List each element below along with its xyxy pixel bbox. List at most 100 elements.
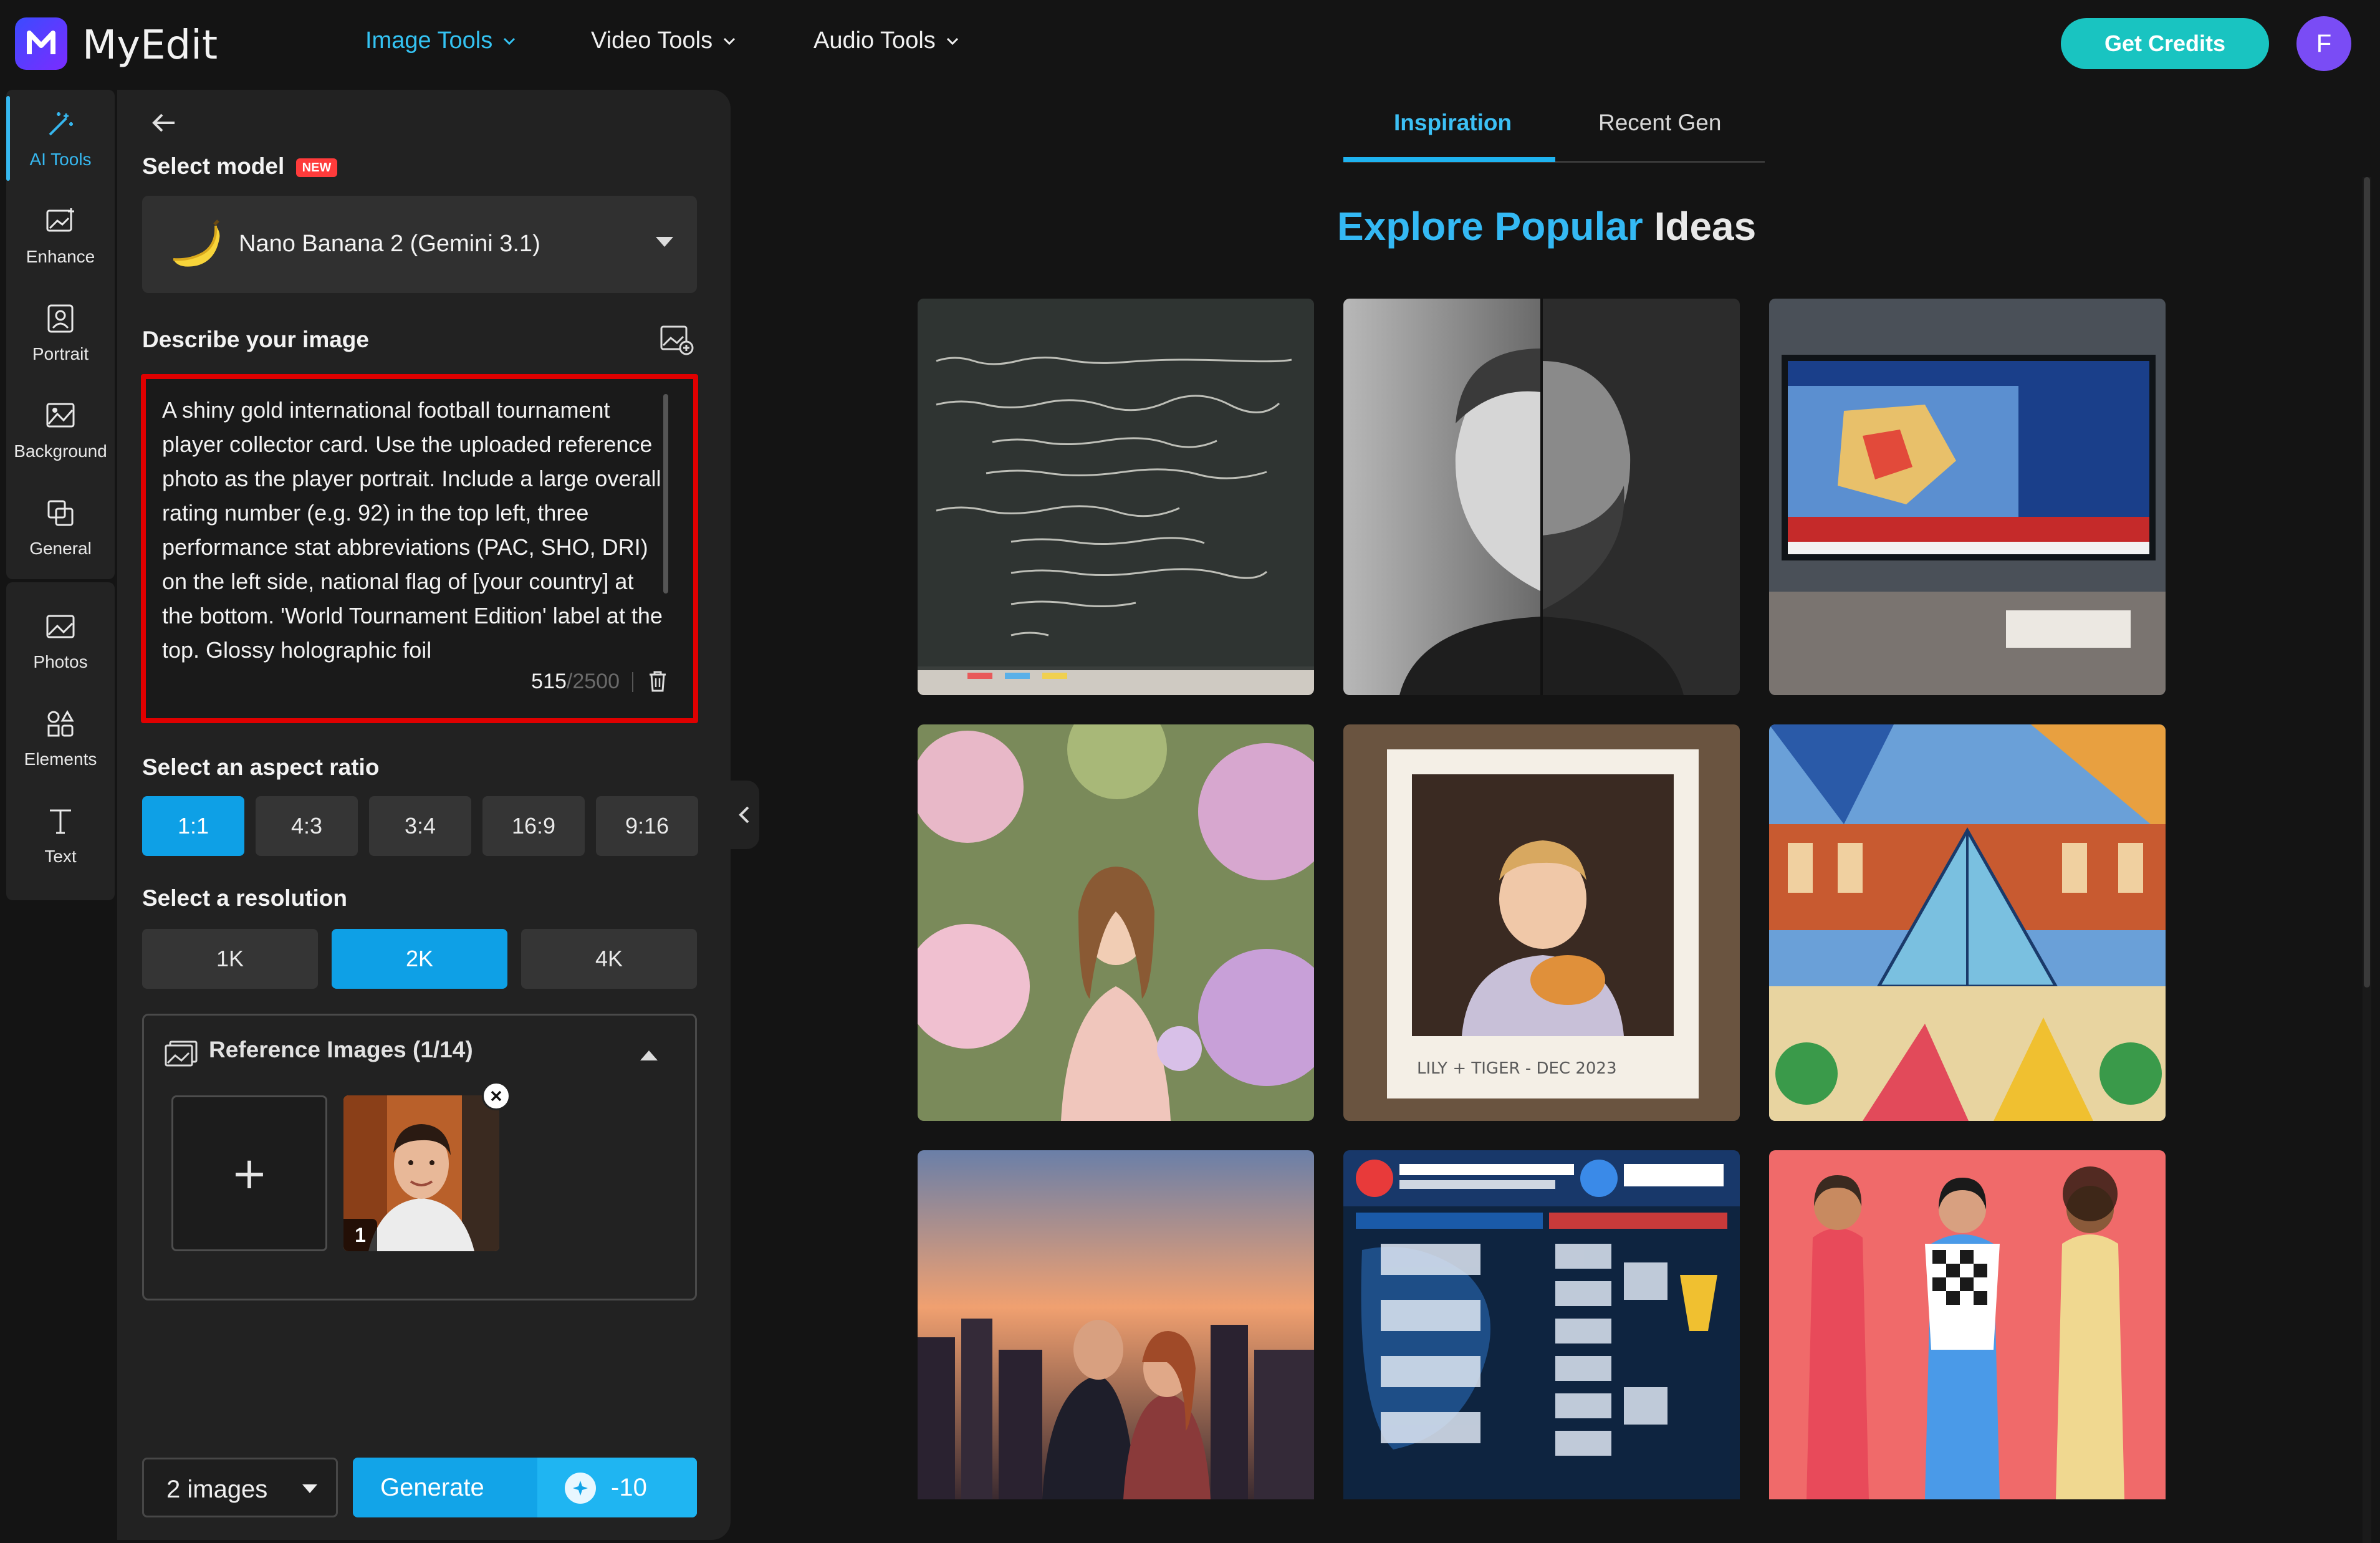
page-title-rest: Ideas [1654,204,1757,249]
prompt-scrollbar[interactable] [663,394,668,594]
rail-item-label: Background [14,441,107,461]
rail-item-background[interactable]: Background [6,384,115,476]
rail-item-ai-tools[interactable]: AI Tools [6,92,115,185]
active-tab-indicator [1343,157,1555,162]
tab-recent-gen[interactable]: Recent Gen [1598,110,1721,136]
describe-label: Describe your image [142,327,369,352]
news-report-image [1769,299,2166,695]
inspiration-card-rooftop-couple[interactable] [918,1150,1314,1543]
nav-audio-tools-label: Audio Tools [813,27,936,54]
photos-icon [46,615,75,638]
inspiration-card-flower-garden[interactable] [918,724,1314,1121]
remove-reference-button[interactable] [482,1082,511,1110]
reference-images-panel: Reference Images (1/14) + 1 [142,1014,697,1300]
magic-wand-icon [49,112,73,136]
rail-item-label: Enhance [26,247,95,266]
char-count-value: 515 [531,670,567,693]
rail-group-ai: AI Tools Enhance Portrait Background Gen… [6,90,115,579]
myedit-logo-icon[interactable] [15,17,67,70]
rail-item-label: Elements [24,749,97,769]
divider [632,672,633,692]
inspiration-card-polaroid[interactable]: LILY + TIGER - DEC 2023 [1343,724,1740,1121]
rail-item-label: AI Tools [29,150,92,169]
char-counter: 515/2500 [531,670,620,694]
resolution-4k-button[interactable]: 4K [521,929,697,989]
image-count-dropdown[interactable]: 2 images [142,1458,338,1517]
nav-audio-tools[interactable]: Audio Tools [813,27,961,54]
reference-images-title: Reference Images (1/14) [209,1037,473,1062]
credit-coin-icon [565,1473,596,1504]
caret-down-icon [656,237,673,247]
aspect-ratio-16-9-button[interactable]: 16:9 [482,796,585,856]
thumbnail-index: 1 [343,1219,377,1251]
resolution-label: Select a resolution [142,885,347,911]
rail-item-photos[interactable]: Photos [6,595,115,687]
collapse-panel-button[interactable] [729,781,759,849]
rail-item-label: General [29,539,92,558]
banana-icon [173,219,220,267]
rail-item-enhance[interactable]: Enhance [6,190,115,282]
model-dropdown[interactable]: Nano Banana 2 (Gemini 3.1) [142,196,697,293]
inspiration-card-chalkboard[interactable] [918,299,1314,695]
generate-button[interactable]: Generate -10 [353,1458,697,1517]
resolution-1k-button[interactable]: 1K [142,929,318,989]
get-credits-button[interactable]: Get Credits [2061,18,2269,69]
chevron-down-icon [946,37,958,45]
aspect-ratio-label: Select an aspect ratio [142,754,380,780]
plus-icon: + [231,1148,268,1199]
aspect-ratio-4-3-button[interactable]: 4:3 [256,796,358,856]
prompt-text[interactable]: A shiny gold international football tour… [162,393,665,667]
top-bar: MyEdit Image Tools Video Tools Audio Too… [0,0,2380,90]
nav-image-tools-label: Image Tools [365,27,493,54]
image-to-prompt-icon[interactable] [660,324,694,355]
general-icon [47,500,74,526]
generate-cost: -10 [611,1474,647,1501]
model-name: Nano Banana 2 (Gemini 3.1) [239,231,540,257]
inspiration-card-fashion-trio[interactable] [1769,1150,2166,1543]
tool-rail: AI Tools Enhance Portrait Background Gen… [6,90,116,1543]
back-arrow-icon[interactable] [148,107,180,138]
generate-label: Generate [380,1474,484,1501]
rail-item-elements[interactable]: Elements [6,692,115,784]
nav-video-tools[interactable]: Video Tools [591,27,737,54]
cubist-louvre-image [1769,724,2166,1121]
resolution-2k-button[interactable]: 2K [332,929,507,989]
aspect-ratio-9-16-button[interactable]: 9:16 [596,796,698,856]
collapse-caret-icon[interactable] [640,1050,658,1060]
rail-item-general[interactable]: General [6,481,115,574]
fashion-illustration-image [1769,1150,2166,1499]
caret-down-icon [302,1484,317,1493]
app-name[interactable]: MyEdit [82,22,218,69]
reference-images-icon [165,1041,198,1067]
char-count-max: /2500 [566,670,620,693]
new-badge: NEW [296,158,337,177]
garden-portrait-image [918,724,1314,1121]
tab-inspiration[interactable]: Inspiration [1394,110,1512,136]
inspiration-card-age-portrait[interactable] [1343,299,1740,695]
inspiration-card-louvre-art[interactable] [1769,724,2166,1121]
svg-text:LILY + TIGER - DEC 2023: LILY + TIGER - DEC 2023 [1417,1059,1617,1078]
avatar[interactable]: F [2296,16,2351,71]
background-icon [46,403,75,428]
reference-thumbnail[interactable]: 1 [343,1095,499,1251]
prompt-textarea[interactable]: A shiny gold international football tour… [141,374,698,723]
enhance-icon [46,208,74,232]
chevron-down-icon [504,37,516,45]
baseball-schedule-image [1343,1150,1740,1499]
rooftop-couple-image [918,1150,1314,1499]
nav-image-tools[interactable]: Image Tools [365,27,517,54]
inspiration-card-news-tv[interactable] [1769,299,2166,695]
add-reference-button[interactable]: + [171,1095,327,1251]
inspiration-card-wbc-schedule[interactable] [1343,1150,1740,1543]
rail-item-text[interactable]: Text [6,789,115,882]
chalkboard-image [918,299,1314,695]
text-icon [50,809,71,834]
rail-item-portrait[interactable]: Portrait [6,287,115,379]
generate-cost-area: -10 [537,1458,697,1517]
content-scrollbar-thumb[interactable] [2364,177,2370,988]
aspect-ratio-3-4-button[interactable]: 3:4 [369,796,471,856]
page-title: Explore Popular Ideas [1337,203,1756,249]
trash-icon[interactable] [647,670,668,693]
settings-panel: Select model NEW Nano Banana 2 (Gemini 3… [117,90,731,1540]
aspect-ratio-1-1-button[interactable]: 1:1 [142,796,244,856]
